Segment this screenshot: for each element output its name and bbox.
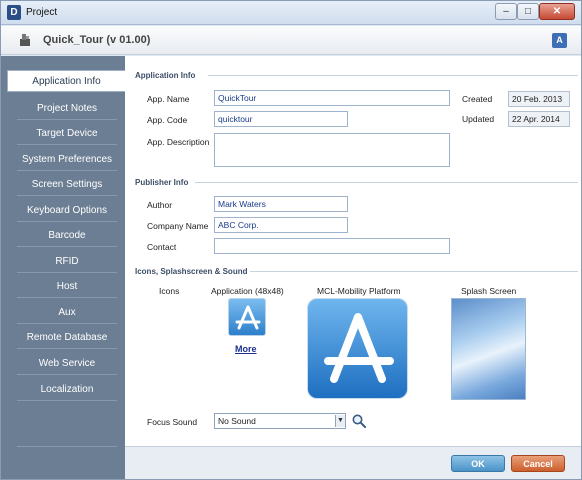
sidebar-item-barcode[interactable]: Barcode	[17, 225, 117, 247]
sidebar-item-system-preferences[interactable]: System Preferences	[17, 149, 117, 171]
section-divider	[208, 75, 578, 76]
splash-screen-image[interactable]	[451, 298, 526, 400]
contact-input[interactable]	[214, 238, 450, 254]
more-link[interactable]: More	[235, 344, 257, 354]
project-window: D Project – □ ✕ Quick_Tour (v 01.00) A A…	[0, 0, 582, 480]
app-store-icon	[235, 305, 261, 330]
section-divider	[250, 271, 578, 272]
chevron-down-icon[interactable]: ▼	[335, 415, 345, 427]
sidebar-item-target-device[interactable]: Target Device	[17, 123, 117, 145]
author-label: Author	[147, 200, 173, 210]
app-description-label: App. Description	[147, 137, 210, 147]
sidebar-item-keyboard-options[interactable]: Keyboard Options	[17, 200, 117, 222]
company-name-input[interactable]: ABC Corp.	[214, 217, 348, 233]
cancel-button[interactable]: Cancel	[511, 455, 565, 472]
updated-label: Updated	[462, 114, 495, 124]
sidebar-item-project-notes[interactable]: Project Notes	[17, 98, 117, 120]
app-code-input[interactable]: quicktour	[214, 111, 348, 127]
platform-icon[interactable]	[307, 298, 408, 399]
sidebar-item-application-info[interactable]: Application Info	[7, 70, 125, 92]
sidebar-item-aux[interactable]: Aux	[17, 302, 117, 324]
sidebar-item-screen-settings[interactable]: Screen Settings	[17, 174, 117, 196]
sidebar-item-localization[interactable]: Localization	[17, 379, 117, 401]
sidebar-item-remote-database[interactable]: Remote Database	[17, 327, 117, 349]
section-title-publisher-info: Publisher Info	[135, 178, 189, 187]
sidebar: Application Info Project Notes Target De…	[1, 56, 125, 479]
minimize-button[interactable]: –	[495, 3, 517, 20]
ok-button[interactable]: OK	[451, 455, 505, 472]
app-logo-icon: D	[7, 5, 21, 20]
title-bar[interactable]: D Project – □ ✕	[1, 1, 581, 25]
created-label: Created	[462, 94, 493, 104]
window-title: Project	[26, 7, 58, 18]
application-icon-label: Application (48x48)	[211, 286, 284, 296]
project-icon	[20, 34, 30, 46]
sidebar-item-host[interactable]: Host	[17, 276, 117, 298]
app-code-label: App. Code	[147, 115, 188, 125]
section-title-icons: Icons, Splashscreen & Sound	[135, 267, 248, 276]
app-store-icon	[324, 313, 394, 383]
app-name-input[interactable]: QuickTour	[214, 90, 450, 106]
search-icon[interactable]	[351, 413, 367, 429]
sidebar-item-web-service[interactable]: Web Service	[17, 353, 117, 375]
author-input[interactable]: Mark Waters	[214, 196, 348, 212]
app-name-label: App. Name	[147, 94, 190, 104]
icons-label: Icons	[159, 286, 180, 296]
company-name-label: Company Name	[147, 221, 209, 231]
splash-screen-label: Splash Screen	[461, 286, 517, 296]
updated-date: 22 Apr. 2014	[508, 111, 570, 127]
maximize-button[interactable]: □	[517, 3, 539, 20]
sidebar-divider	[17, 446, 117, 447]
section-divider	[195, 182, 578, 183]
sidebar-item-rfid[interactable]: RFID	[17, 251, 117, 273]
close-button[interactable]: ✕	[539, 3, 575, 20]
platform-icon-label: MCL-Mobility Platform	[317, 286, 401, 296]
translate-icon[interactable]: A	[552, 33, 567, 48]
main-panel: Application Info App. Name QuickTour App…	[125, 56, 581, 446]
project-title: Quick_Tour (v 01.00)	[43, 34, 151, 46]
contact-label: Contact	[147, 242, 177, 252]
focus-sound-select[interactable]: No Sound	[214, 413, 346, 429]
focus-sound-label: Focus Sound	[147, 417, 198, 427]
application-icon[interactable]	[228, 298, 266, 336]
app-description-input[interactable]	[214, 133, 450, 167]
created-date: 20 Feb. 2013	[508, 91, 570, 107]
dialog-footer: OK Cancel	[125, 446, 581, 479]
project-header: Quick_Tour (v 01.00) A	[1, 26, 581, 55]
section-title-application-info: Application Info	[135, 71, 196, 80]
